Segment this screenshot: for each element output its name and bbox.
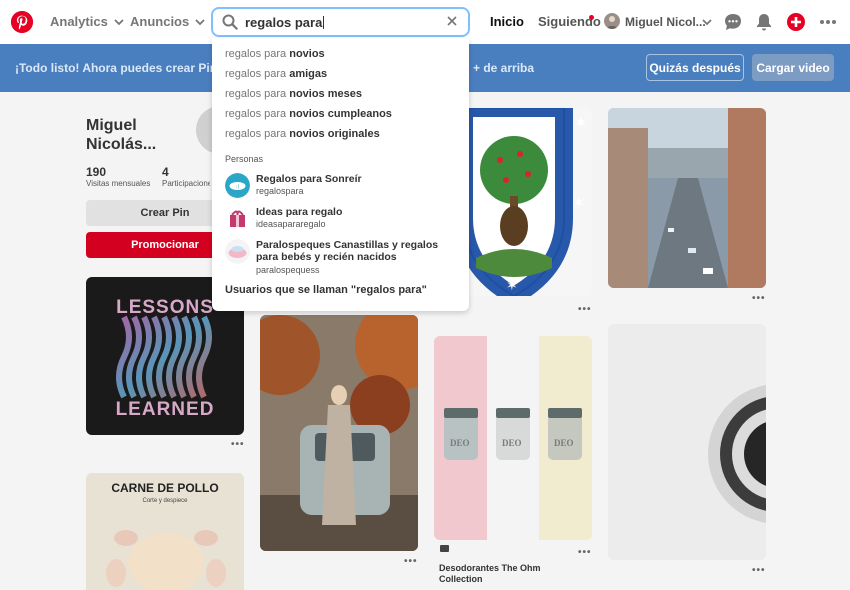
maybe-later-button[interactable]: Quizás después bbox=[646, 54, 744, 81]
suggestion-prefix: regalos para bbox=[225, 128, 287, 140]
pin-more-button[interactable]: ••• bbox=[404, 556, 418, 567]
person-name: Paralospeques Canastillas y regalos para… bbox=[256, 239, 439, 263]
person-handle: regalospara bbox=[256, 186, 304, 196]
suggestion-item[interactable]: regalos para novios meses bbox=[225, 88, 362, 100]
notification-dot bbox=[589, 15, 594, 20]
svg-text:✶: ✶ bbox=[574, 113, 587, 132]
person-avatar: :) bbox=[225, 173, 250, 198]
suggestion-suffix: novios originales bbox=[289, 128, 380, 140]
person-handle: ideasapararegalo bbox=[256, 219, 326, 229]
search-input[interactable]: regalos para bbox=[245, 15, 325, 30]
pin-more-button[interactable]: ••• bbox=[231, 439, 245, 450]
svg-text:✶: ✶ bbox=[572, 193, 585, 212]
person-name: Ideas para regalo bbox=[256, 206, 343, 218]
gif-icon bbox=[440, 545, 449, 552]
pin-more-button[interactable]: ••• bbox=[752, 293, 766, 304]
suggestion-suffix: novios bbox=[289, 48, 325, 60]
pin-deo-label-1: DEO bbox=[450, 438, 470, 448]
chat-icon[interactable] bbox=[723, 12, 743, 32]
search-query-text: regalos para bbox=[245, 15, 323, 30]
suggestion-prefix: regalos para bbox=[225, 108, 287, 120]
pin-deodorants-title: Desodorantes The Ohm Collection bbox=[439, 563, 541, 584]
user-name-link[interactable]: Miguel Nicol... bbox=[625, 15, 706, 29]
search-box[interactable]: regalos para bbox=[211, 7, 470, 37]
suggestion-item[interactable]: regalos para novios bbox=[225, 48, 325, 60]
suggestion-item[interactable]: regalos para novios originales bbox=[225, 128, 380, 140]
pin-deo-label-2: DEO bbox=[502, 438, 522, 448]
suggestion-prefix: regalos para bbox=[225, 88, 287, 100]
pin-deodorants[interactable]: DEO DEO DEO bbox=[434, 336, 592, 540]
suggestion-suffix: novios cumpleanos bbox=[289, 108, 392, 120]
person-avatar bbox=[225, 239, 250, 264]
pin-image bbox=[608, 324, 766, 560]
person-handle: paralospequess bbox=[256, 265, 320, 275]
bell-icon[interactable] bbox=[754, 12, 774, 32]
stat-monthly-views: 190 bbox=[86, 165, 107, 179]
avatar[interactable] bbox=[604, 13, 620, 29]
nav-analytics[interactable]: Analytics bbox=[50, 14, 126, 29]
close-icon[interactable] bbox=[446, 15, 458, 27]
upload-video-button[interactable]: Cargar video bbox=[752, 54, 834, 81]
add-icon[interactable] bbox=[786, 12, 806, 32]
pin-more-button[interactable]: ••• bbox=[578, 547, 592, 558]
pin-carne-subtitle: Corte y despiece bbox=[142, 498, 188, 504]
nav-anuncios-label: Anuncios bbox=[130, 14, 190, 29]
pin-image bbox=[260, 315, 418, 551]
banner-text-tail: + de arriba bbox=[473, 61, 535, 75]
person-result[interactable]: :) Regalos para Sonreír regalospara bbox=[225, 173, 461, 201]
pin-lessons-text-bottom: LEARNED bbox=[115, 399, 215, 420]
stat-monthly-views-label: Visitas mensuales bbox=[86, 179, 151, 188]
chevron-down-icon[interactable] bbox=[700, 15, 714, 29]
pin-image bbox=[608, 108, 766, 288]
search-icon bbox=[222, 14, 238, 30]
suggestion-item[interactable]: regalos para novios cumpleanos bbox=[225, 108, 392, 120]
search-suggestions-dropdown: regalos para novios regalos para amigas … bbox=[212, 38, 469, 311]
suggestion-prefix: regalos para bbox=[225, 48, 287, 60]
pin-more-button[interactable]: ••• bbox=[578, 304, 592, 315]
nav-anuncios[interactable]: Anuncios bbox=[130, 14, 207, 29]
chevron-down-icon bbox=[195, 18, 205, 25]
people-section-label: Personas bbox=[225, 154, 264, 164]
pin-carne-de-pollo[interactable]: CARNE DE POLLO Corte y despiece bbox=[86, 473, 244, 590]
stat-engagements: 4 bbox=[162, 165, 169, 179]
pin-madrid-street[interactable] bbox=[608, 108, 766, 288]
person-result[interactable]: Ideas para regalo ideasapararegalo bbox=[225, 206, 461, 234]
users-named-link[interactable]: Usuarios que se llaman "regalos para" bbox=[225, 284, 427, 296]
suggestion-prefix: regalos para bbox=[225, 68, 287, 80]
nav-home-link[interactable]: Inicio bbox=[490, 14, 524, 29]
svg-text::): :) bbox=[236, 184, 240, 190]
pin-more-button[interactable]: ••• bbox=[752, 565, 766, 576]
suggestion-item[interactable]: regalos para amigas bbox=[225, 68, 327, 80]
person-result[interactable]: Paralospeques Canastillas y regalos para… bbox=[225, 239, 461, 279]
suggestion-suffix: novios meses bbox=[289, 88, 362, 100]
person-name: Regalos para Sonreír bbox=[256, 173, 362, 185]
person-avatar bbox=[225, 206, 250, 231]
pin-speaker[interactable] bbox=[608, 324, 766, 560]
chevron-down-icon bbox=[114, 18, 124, 25]
pin-woman-car[interactable] bbox=[260, 315, 418, 551]
pin-carne-title: CARNE DE POLLO bbox=[111, 481, 219, 495]
suggestion-suffix: amigas bbox=[289, 68, 328, 80]
stat-engagements-label: Participaciones bbox=[162, 179, 210, 188]
pinterest-logo-icon[interactable] bbox=[11, 11, 33, 33]
profile-name: Miguel Nicolás... bbox=[86, 117, 157, 153]
pin-deo-label-3: DEO bbox=[554, 438, 574, 448]
svg-text:✶: ✶ bbox=[506, 278, 518, 294]
text-caret bbox=[323, 16, 325, 29]
more-options-icon[interactable] bbox=[818, 12, 838, 32]
nav-analytics-label: Analytics bbox=[50, 14, 108, 29]
